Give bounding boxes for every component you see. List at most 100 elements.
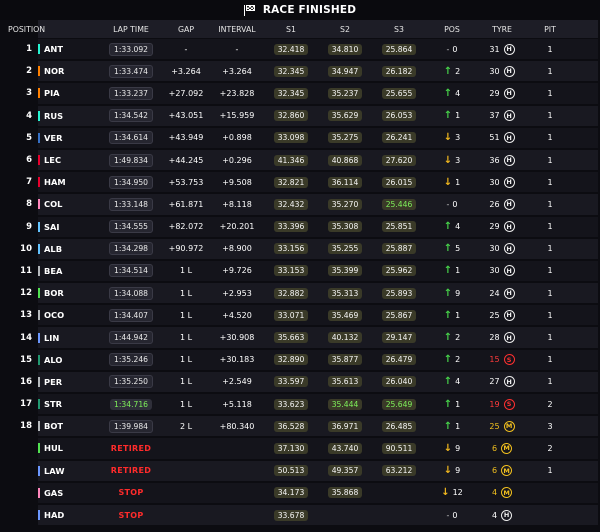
position-number: 4	[26, 110, 32, 121]
s1-time: 50.513	[273, 465, 309, 477]
driver-code: VER	[44, 132, 63, 143]
s1-cell: 33.156	[264, 243, 318, 255]
arrow-up-icon: ↑	[443, 332, 453, 344]
position-change-value: 2	[455, 66, 461, 76]
table-row[interactable]: HAD STOP 33.678 -0 4 H	[0, 504, 600, 526]
position-change-cell: -0	[426, 511, 478, 520]
interval-value: +20.201	[219, 222, 255, 232]
tyre-compound-icon: H	[503, 110, 515, 122]
s3-time: 25.887	[381, 243, 417, 255]
s2-cell: 36.114	[318, 176, 372, 188]
table-row[interactable]: 3 PIA 1:33.237 +27.092 +23.828 32.345 35.237 25…	[0, 82, 600, 104]
s1-cell: 32.882	[264, 287, 318, 299]
tyre-compound-icon: H	[503, 309, 515, 321]
s2-cell: 35.399	[318, 265, 372, 277]
tyre-age: 31	[489, 44, 500, 54]
pit-stops: 1	[547, 288, 553, 298]
arrow-up-icon: ↑	[443, 354, 453, 366]
position-change-value: 1	[455, 399, 461, 409]
pit-stops: 1	[547, 377, 553, 387]
lap-time: 1:33.148	[109, 197, 153, 211]
table-row[interactable]: 2 NOR 1:33.474 +3.264 +3.264 32.345 34.947 26.1…	[0, 60, 600, 82]
tyre-age: 6	[491, 466, 498, 476]
position-change: ↑ 5	[444, 243, 460, 254]
position-change-value: 1	[455, 177, 461, 187]
driver-code: BOR	[44, 288, 64, 299]
position-change: ↑ 2	[444, 66, 460, 77]
table-row[interactable]: 11 BEA 1:34.514 1 L +9.726 33.153 35.399 25.962…	[0, 260, 600, 282]
table-row[interactable]: GAS STOP 34.173 35.868 ↓ 12 4 M	[0, 482, 600, 504]
table-row[interactable]: 13 OCO 1:34.407 1 L +4.520 33.071 35.469 25.867…	[0, 304, 600, 326]
interval-value: +23.828	[219, 88, 255, 98]
tyre-age: 30	[489, 177, 500, 187]
table-row[interactable]: 16 PER 1:35.250 1 L +2.549 33.597 35.613 26.040…	[0, 371, 600, 393]
table-row[interactable]: 9 SAI 1:34.555 +82.072 +20.201 33.396 35.308 25…	[0, 216, 600, 238]
arrow-up-icon: ↑	[443, 309, 453, 321]
lap-time: 1:33.474	[109, 64, 153, 78]
table-row[interactable]: HUL RETIRED 37.130 43.740 90.511 ↓ 9 6 M 2	[0, 437, 600, 459]
tyre-compound-icon: H	[503, 87, 515, 99]
s1-cell: 50.513	[264, 465, 318, 477]
driver-cell: BOR	[38, 288, 100, 299]
table-row[interactable]: 4 RUS 1:34.542 +43.051 +15.959 32.860 35.629 26…	[0, 105, 600, 127]
team-color-bar	[38, 199, 40, 210]
s1-time: 32.345	[273, 87, 309, 99]
tyre-cell: 25 M	[478, 420, 526, 432]
s2-cell: 34.810	[318, 43, 372, 55]
s3-cell: 27.620	[372, 154, 426, 166]
tyre-info: 27 H	[489, 376, 515, 388]
s3-cell: 26.485	[372, 420, 426, 432]
header-gap: GAP	[177, 24, 195, 34]
position-number: 18	[20, 421, 32, 432]
lap-time: 1:34.088	[109, 286, 153, 300]
tyre-info: 6M	[491, 465, 513, 477]
lap-time-cell: 1:35.250	[100, 375, 162, 389]
table-row[interactable]: 17 STR 1:34.716 1 L +5.118 33.623 35.444 25.649…	[0, 393, 600, 415]
driver-code: OCO	[44, 310, 65, 321]
position-change-value: 1	[455, 421, 461, 431]
table-row[interactable]: LAW RETIRED 50.513 49.357 63.212 ↓ 9 6 M 1	[0, 460, 600, 482]
table-row[interactable]: 15 ALO 1:35.246 1 L +30.183 32.890 35.877 26.47…	[0, 349, 600, 371]
tyre-compound-icon: M	[501, 487, 513, 499]
tyre-cell: 4M	[478, 487, 526, 499]
s2-time: 35.237	[327, 87, 363, 99]
s2-cell: 43.740	[318, 442, 372, 454]
table-row[interactable]: 5 VER 1:34.614 +43.949 +0.898 33.098 35.275 26.…	[0, 127, 600, 149]
position-change: ↑ 4	[444, 221, 460, 232]
position-change-value: 4	[455, 88, 461, 98]
lap-time-cell: 1:33.237	[100, 86, 162, 100]
position-change-cell: ↑ 1	[426, 399, 478, 410]
gap-value: +27.092	[168, 88, 204, 98]
lap-time: 1:34.514	[109, 264, 153, 278]
team-color-bar	[38, 110, 40, 121]
lap-time-cell: 1:34.542	[100, 109, 162, 123]
interval-value: +15.959	[219, 111, 255, 121]
pit-stops: 1	[547, 310, 553, 320]
table-row[interactable]: 12 BOR 1:34.088 1 L +2.953 32.882 35.313 25.893…	[0, 282, 600, 304]
pit-stops: 1	[547, 355, 553, 365]
table-row[interactable]: 7 HAM 1:34.950 +53.753 +9.508 32.821 36.114 26.…	[0, 171, 600, 193]
header-s1: S1	[286, 24, 296, 34]
tyre-age: 37	[489, 111, 500, 121]
tyre-cell: 30 H	[478, 65, 526, 77]
driver-code: RUS	[44, 110, 64, 121]
table-row[interactable]: 18 BOT 1:39.984 2 L +80.340 36.528 36.971 26.48…	[0, 415, 600, 437]
position-change: ↑ 1	[444, 421, 460, 432]
table-row[interactable]: 1 ANT 1:33.092- -32.418 34.810 25.864-0 31 H 1	[0, 38, 600, 60]
position-change-value: 2	[455, 355, 461, 365]
tyre-info: 6M	[491, 442, 513, 454]
tyre-age: 6	[491, 443, 498, 453]
table-row[interactable]: 10 ALB 1:34.298 +90.972 +8.900 33.156 35.255 25…	[0, 238, 600, 260]
s1-cell: 34.173	[264, 487, 318, 499]
arrow-up-icon: ↑	[443, 376, 453, 388]
s2-time: 34.947	[327, 65, 363, 77]
table-row[interactable]: 14 LIN 1:44.942 1 L +30.908 35.663 40.132 29.14…	[0, 326, 600, 348]
s2-cell: 35.270	[318, 198, 372, 210]
table-row[interactable]: 6 LEC 1:49.834 +44.245 +0.296 41.346 40.868 27.…	[0, 149, 600, 171]
s2-cell: 35.237	[318, 87, 372, 99]
s3-cell: 90.511	[372, 442, 426, 454]
lap-time: 1:34.716	[110, 398, 152, 410]
tyre-info: 25 M	[489, 420, 515, 432]
table-row[interactable]: 8 COL 1:33.148 +61.871 +8.118 32.432 35.270 25.…	[0, 193, 600, 215]
position-change-value: 9	[455, 443, 461, 453]
